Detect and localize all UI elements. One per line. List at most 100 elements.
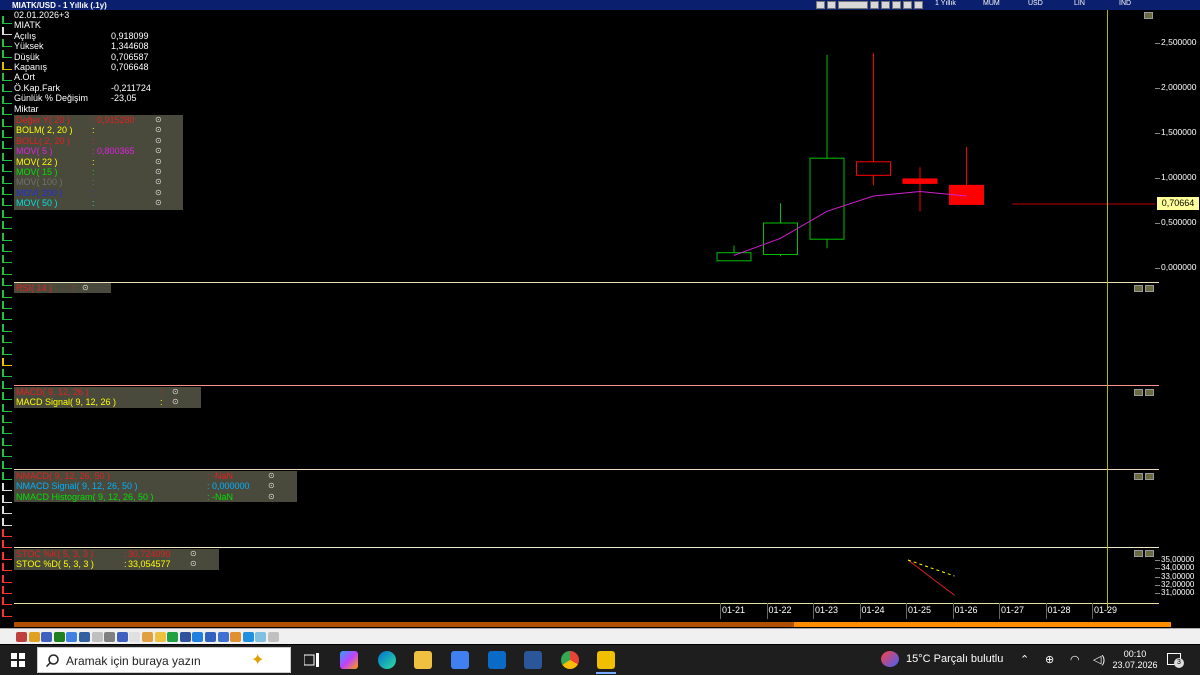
indicator-row[interactable]: NMACD Signal( 9, 12, 26, 50 ):0,000000 ⊙ (14, 481, 297, 491)
toolbar-icon[interactable] (255, 632, 267, 642)
pin-icon[interactable]: ⊙ (155, 125, 162, 135)
toolbar-icon[interactable] (217, 632, 229, 642)
pin-icon[interactable]: ⊙ (82, 283, 89, 293)
toolbar-icon[interactable] (192, 632, 204, 642)
toolbar-icon[interactable] (179, 632, 191, 642)
panel-divider[interactable] (14, 603, 1159, 604)
indicator-row[interactable]: MOV( 15 ): ⊙ (14, 167, 183, 177)
notification-icon[interactable]: 3 (1167, 653, 1184, 668)
panel-button[interactable] (1144, 12, 1153, 19)
store-icon[interactable] (451, 651, 469, 669)
pin-icon[interactable]: ⊙ (155, 115, 162, 125)
toolbar-icon[interactable] (66, 632, 78, 642)
toolbar-icon[interactable] (268, 632, 279, 642)
panel-divider[interactable] (14, 547, 1159, 548)
candle-body[interactable] (809, 157, 845, 240)
pin-icon[interactable]: ⊙ (268, 471, 275, 481)
scrollbar-thumb[interactable] (794, 622, 1171, 627)
toolbar-icon[interactable] (53, 632, 65, 642)
indicator-row[interactable]: STOC %K( 5, 3, 3 ):30,724090 ⊙ (14, 549, 219, 559)
pin-icon[interactable]: ⊙ (268, 481, 275, 491)
pin-icon[interactable]: ⊙ (190, 549, 197, 559)
indicator-row[interactable]: NMACD( 9, 12, 26, 50 ): -NaN ⊙ (14, 471, 297, 481)
toolbar-icon[interactable] (205, 632, 216, 642)
indicator-row[interactable]: STOC %D( 5, 3, 3 ):33,054577 ⊙ (14, 559, 219, 569)
indicator-row[interactable]: MACD Signal( 9, 12, 26 ): ⊙ (14, 397, 201, 407)
indicator-row[interactable]: MOV( 5 ):0,800365 ⊙ (14, 146, 183, 156)
toolbar-icon[interactable] (91, 632, 103, 642)
word-icon[interactable] (524, 651, 542, 669)
panel-button[interactable] (1134, 389, 1143, 396)
pin-icon[interactable]: ⊙ (155, 157, 162, 167)
toolbar-icon[interactable] (242, 632, 254, 642)
panel-button[interactable] (1145, 389, 1154, 396)
task-view-icon[interactable] (304, 653, 320, 667)
volume-icon[interactable]: ◁) (1093, 653, 1105, 666)
outlook-icon[interactable] (488, 651, 506, 669)
pin-icon[interactable]: ⊙ (172, 387, 179, 397)
toolbar-icon[interactable] (129, 632, 141, 642)
file-explorer-icon[interactable] (414, 651, 432, 669)
toolbar-icon[interactable] (16, 632, 27, 642)
indicator-row[interactable]: MOV( 100 ): ⊙ (14, 177, 183, 187)
pin-icon[interactable]: ⊙ (155, 146, 162, 156)
pin-icon[interactable]: ⊙ (155, 177, 162, 187)
pin-icon[interactable]: ⊙ (268, 492, 275, 502)
toolbar-icon[interactable] (104, 632, 116, 642)
panel-button[interactable] (1134, 473, 1143, 480)
clock[interactable]: 00:10 23.07.2026 (1112, 649, 1158, 671)
panel-divider[interactable] (14, 282, 1159, 283)
pin-icon[interactable]: ⊙ (190, 559, 197, 569)
toolbar-icon[interactable] (41, 632, 53, 642)
indicator-row[interactable]: MOV( 22 ): ⊙ (14, 157, 183, 167)
candle-body[interactable] (856, 161, 891, 176)
candle-body[interactable] (716, 252, 752, 262)
indicator-row[interactable]: Değer Y( 20 ):0,915280 ⊙ (14, 115, 183, 125)
copilot-icon[interactable] (340, 651, 358, 669)
indicator-value: -NaN (212, 491, 234, 502)
indicator-row[interactable]: MOV( 50 ): ⊙ (14, 198, 183, 208)
last-price-tag: 0,70664 (1157, 197, 1199, 210)
pin-icon[interactable]: ⊙ (155, 188, 162, 198)
toolbar-icon[interactable] (79, 632, 90, 642)
indicator-row[interactable]: NMACD Histogram( 9, 12, 26, 50 ): -NaN ⊙ (14, 492, 297, 502)
indicator-label: NMACD( 9, 12, 26, 50 ) (16, 471, 111, 481)
panel-button[interactable] (1145, 550, 1154, 557)
matriks-app-icon[interactable] (597, 651, 615, 669)
x-tick-mark (720, 603, 721, 619)
weather-icon[interactable] (881, 651, 899, 667)
pin-icon[interactable]: ⊙ (172, 397, 179, 407)
pin-icon[interactable]: ⊙ (155, 167, 162, 177)
panel-divider[interactable] (14, 469, 1159, 470)
indicator-row[interactable]: BOLM( 2, 20 ): ⊙ (14, 125, 183, 135)
wifi-icon[interactable]: ◠ (1070, 653, 1080, 666)
panel-divider[interactable] (14, 385, 1159, 386)
pin-icon[interactable]: ⊙ (155, 136, 162, 146)
toolbar-icon[interactable] (167, 632, 179, 642)
toolbar-icon[interactable] (116, 632, 128, 642)
toolbar-icon[interactable] (28, 632, 40, 642)
edge-icon[interactable] (378, 651, 396, 669)
panel-button[interactable] (1134, 550, 1143, 557)
indicator-row[interactable]: RSI( 14 ): ⊙ (14, 283, 111, 293)
chart-canvas[interactable] (0, 0, 1200, 675)
taskbar-search-box[interactable]: Aramak için buraya yazın ✦ (37, 647, 291, 673)
panel-button[interactable] (1145, 473, 1154, 480)
chrome-icon[interactable] (561, 651, 579, 669)
toolbar-icon[interactable] (142, 632, 153, 642)
meet-now-icon[interactable]: ⊕ (1045, 653, 1054, 666)
candle-body[interactable] (902, 178, 938, 184)
chart-scrollbar[interactable] (14, 621, 1200, 628)
panel-button[interactable] (1134, 285, 1143, 292)
toolbar-icon[interactable] (154, 632, 166, 642)
windows-start-icon[interactable] (11, 653, 25, 667)
panel-button[interactable] (1145, 285, 1154, 292)
indicator-row[interactable]: MACD( 9, 12, 26 ): ⊙ (14, 387, 201, 397)
indicator-row[interactable]: BOLL( 2, 20 ): ⊙ (14, 136, 183, 146)
toolbar-icon[interactable] (230, 632, 242, 642)
chevron-up-icon[interactable]: ⌃ (1020, 653, 1029, 666)
indicator-row[interactable]: MOV( 200 ): ⊙ (14, 188, 183, 198)
pin-icon[interactable]: ⊙ (155, 198, 162, 208)
weather-text[interactable]: 15°C Parçalı bulutlu (906, 653, 1003, 665)
y-tick-label: 2,000000 (1161, 82, 1197, 92)
